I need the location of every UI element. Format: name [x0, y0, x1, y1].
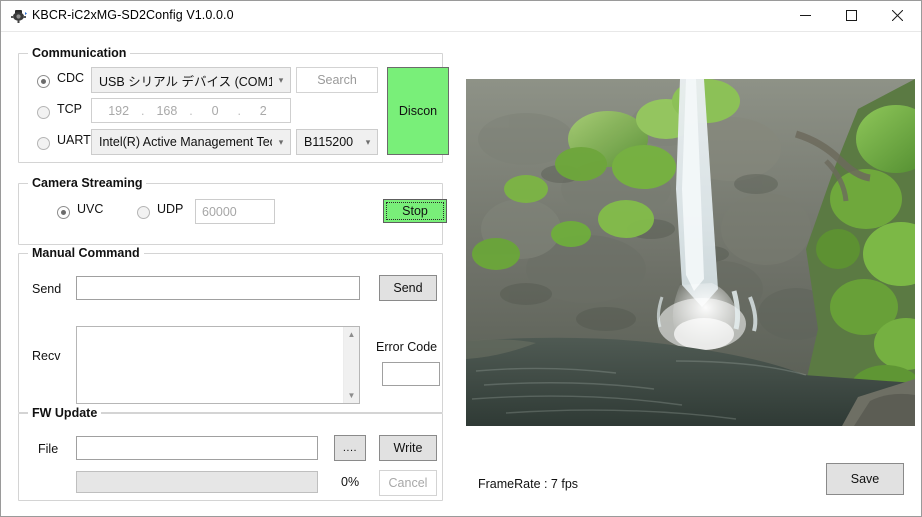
radio-uart[interactable] — [37, 137, 50, 150]
error-code-label: Error Code — [376, 340, 438, 354]
save-button-label: Save — [850, 472, 880, 486]
file-label: File — [38, 442, 59, 456]
framerate-label: FrameRate : 7 fps — [478, 477, 579, 491]
fw-progress-percent: 0% — [341, 475, 360, 489]
scroll-down-icon[interactable]: ▼ — [344, 388, 359, 403]
cancel-button[interactable]: Cancel — [379, 470, 437, 496]
udp-port-value: 60000 — [202, 204, 237, 219]
manual-command-group-title: Manual Command — [28, 246, 144, 260]
cancel-button-label: Cancel — [388, 476, 428, 490]
video-preview — [466, 79, 915, 426]
window-title: KBCR-iC2xMG-SD2Config V1.0.0.0 — [32, 8, 234, 22]
fw-update-group-title: FW Update — [28, 406, 102, 420]
close-button[interactable] — [874, 1, 920, 30]
recv-textarea[interactable]: ▲ ▼ — [76, 326, 360, 404]
ip-octet-4: 2 — [259, 103, 267, 118]
ip-octet-2: 168 — [156, 103, 178, 118]
fw-update-group: FW Update File .... Write 0% Cancel — [18, 406, 443, 501]
send-input[interactable] — [76, 276, 360, 300]
browse-button-label: .... — [342, 442, 358, 454]
radio-uart-label: UART — [57, 133, 91, 147]
baudrate-value: B115200 — [304, 135, 354, 149]
camera-streaming-group-title: Camera Streaming — [28, 176, 147, 190]
app-window: KBCR-iC2xMG-SD2Config V1.0.0.0 Communica… — [0, 0, 922, 517]
connect-toggle-button[interactable]: Discon — [387, 67, 449, 155]
camera-device-icon — [10, 8, 27, 25]
connect-toggle-label: Discon — [398, 104, 438, 118]
uart-port-combo[interactable]: Intel(R) Active Management Techı ▾ — [91, 129, 291, 155]
send-label: Send — [32, 282, 62, 296]
scroll-up-icon[interactable]: ▲ — [344, 327, 359, 342]
send-button[interactable]: Send — [379, 275, 437, 301]
minimize-icon — [799, 15, 811, 16]
waterfall-preview-image — [466, 79, 915, 426]
fw-file-input[interactable] — [76, 436, 318, 460]
search-button[interactable]: Search — [296, 67, 378, 93]
preview-panel: FrameRate : 7 fps Save — [461, 31, 921, 517]
maximize-icon — [845, 10, 857, 21]
settings-panel: Communication CDC USB シリアル デバイス (COM18) … — [1, 31, 461, 517]
radio-udp-label: UDP — [157, 202, 184, 216]
send-button-label: Send — [393, 281, 423, 295]
radio-udp[interactable] — [137, 206, 150, 219]
radio-tcp[interactable] — [37, 106, 50, 119]
save-button[interactable]: Save — [826, 463, 904, 495]
ip-separator-3: . — [237, 103, 241, 118]
title-bar: KBCR-iC2xMG-SD2Config V1.0.0.0 — [1, 1, 921, 32]
fw-progress-bar — [76, 471, 318, 493]
camera-streaming-group: Camera Streaming UVC UDP 60000 Stop — [18, 176, 447, 245]
write-button-label: Write — [393, 441, 423, 455]
recv-scrollbar[interactable]: ▲ ▼ — [343, 327, 359, 403]
ip-octet-3: 0 — [211, 103, 219, 118]
udp-port-input[interactable]: 60000 — [195, 199, 275, 224]
focus-ring — [386, 202, 444, 220]
manual-command-group: Manual Command Send Send Recv ▲ ▼ Error … — [18, 246, 443, 413]
maximize-button[interactable] — [828, 1, 874, 30]
chevron-down-icon: ▾ — [278, 136, 284, 147]
chevron-down-icon: ▾ — [365, 136, 371, 147]
ip-address-input[interactable]: 192 . 168 . 0 . 2 — [91, 98, 291, 123]
radio-tcp-label: TCP — [57, 102, 82, 116]
communication-group-title: Communication — [28, 46, 131, 60]
communication-group: Communication CDC USB シリアル デバイス (COM18) … — [18, 46, 449, 163]
stream-toggle-button[interactable]: Stop — [383, 199, 447, 223]
radio-uvc[interactable] — [57, 206, 70, 219]
radio-cdc[interactable] — [37, 75, 50, 88]
ip-separator-2: . — [189, 103, 193, 118]
ip-octet-1: 192 — [108, 103, 130, 118]
error-code-input[interactable] — [382, 362, 440, 386]
ip-separator-1: . — [141, 103, 145, 118]
close-icon — [891, 10, 903, 21]
minimize-button[interactable] — [782, 1, 828, 30]
radio-cdc-label: CDC — [57, 71, 85, 85]
uart-port-value: Intel(R) Active Management Techı — [99, 135, 272, 149]
radio-uvc-label: UVC — [77, 202, 104, 216]
recv-label: Recv — [32, 349, 61, 363]
browse-button[interactable]: .... — [334, 435, 366, 461]
cdc-port-combo[interactable]: USB シリアル デバイス (COM18) ▾ — [91, 67, 291, 93]
baudrate-combo[interactable]: B115200 ▾ — [296, 129, 378, 155]
search-button-label: Search — [317, 73, 357, 87]
chevron-down-icon: ▾ — [278, 74, 284, 85]
cdc-port-value: USB シリアル デバイス (COM18) — [99, 74, 272, 89]
write-button[interactable]: Write — [379, 435, 437, 461]
